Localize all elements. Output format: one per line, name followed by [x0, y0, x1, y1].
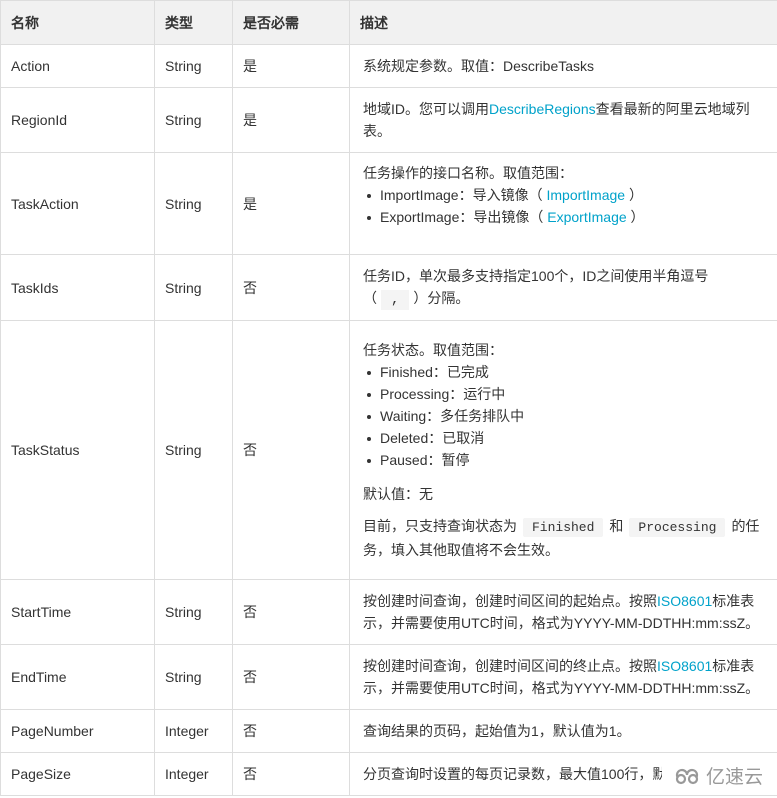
item-text: ） [630, 209, 645, 225]
iso8601-link[interactable]: ISO8601 [657, 593, 712, 609]
note: 目前，只支持查询状态为 Finished 和 Processing 的任务，填入其他取值… [363, 515, 768, 562]
param-name: TaskStatus [0, 320, 155, 580]
import-image-link[interactable]: ImportImage [546, 187, 625, 203]
param-name: EndTime [0, 644, 155, 710]
list-item: Deleted：已取消 [367, 427, 768, 449]
param-required: 否 [232, 644, 350, 710]
status-list: Finished：已完成 Processing：运行中 Waiting：多任务排… [363, 361, 768, 471]
desc-text: 任务ID，单次最多支持指定100个，ID之间使用半角逗号 [363, 267, 709, 284]
default-value: 默认值：无 [363, 485, 433, 502]
list-item: ImportImage：导入镜像（ ImportImage ） [367, 184, 768, 206]
list-item: Finished：已完成 [367, 361, 768, 383]
desc-text: 按创建时间查询，创建时间区间的终止点。按照 [363, 658, 657, 674]
iso8601-link[interactable]: ISO8601 [657, 658, 712, 674]
table-row: StartTime String 否 按创建时间查询，创建时间区间的起始点。按照… [0, 579, 777, 645]
param-required: 否 [232, 320, 350, 580]
item-text: ExportImage：导出镜像（ [380, 209, 544, 225]
table-row: TaskIds String 否 任务ID，单次最多支持指定100个，ID之间使… [0, 254, 777, 321]
desc-text: 按创建时间查询，创建时间区间的起始点。按照 [363, 593, 657, 609]
header-required: 是否必需 [232, 0, 350, 45]
param-required: 否 [232, 752, 350, 796]
param-type: Integer [154, 752, 233, 796]
desc-intro: 任务状态。取值范围： [363, 341, 503, 358]
param-name: TaskAction [0, 152, 155, 255]
note-text: 目前，只支持查询状态为 [363, 517, 517, 534]
param-description: 系统规定参数。取值：DescribeTasks [349, 44, 777, 88]
header-type: 类型 [154, 0, 233, 45]
param-type: String [154, 579, 233, 645]
param-name: RegionId [0, 87, 155, 153]
param-description: 查询结果的页码，起始值为1，默认值为1。 [349, 709, 777, 753]
list-item: Waiting：多任务排队中 [367, 405, 768, 427]
param-required: 是 [232, 152, 350, 255]
describe-regions-link[interactable]: DescribeRegions [489, 101, 596, 117]
param-required: 是 [232, 44, 350, 88]
param-required: 是 [232, 87, 350, 153]
table-row: Action String 是 系统规定参数。取值：DescribeTasks [0, 44, 777, 88]
code-finished: Finished [523, 517, 604, 537]
param-name: StartTime [0, 579, 155, 645]
comma-code: , [381, 289, 410, 310]
param-type: String [154, 87, 233, 153]
table-row: TaskStatus String 否 任务状态。取值范围： Finished：… [0, 320, 777, 580]
export-image-link[interactable]: ExportImage [547, 209, 626, 225]
header-name: 名称 [0, 0, 155, 45]
table-row: PageSize Integer 否 分页查询时设置的每页记录数，最大值100行… [0, 752, 777, 796]
param-description: 按创建时间查询，创建时间区间的起始点。按照ISO8601标准表示，并需要使用UT… [349, 579, 777, 645]
param-type: String [154, 320, 233, 580]
note-text: 和 [609, 517, 624, 534]
table-row: TaskAction String 是 任务操作的接口名称。取值范围： Impo… [0, 152, 777, 255]
param-description: 任务状态。取值范围： Finished：已完成 Processing：运行中 W… [349, 320, 777, 580]
desc-text: ）分隔。 [413, 289, 470, 306]
param-type: String [154, 644, 233, 710]
param-required: 否 [232, 709, 350, 753]
list-item: ExportImage：导出镜像（ ExportImage ） [367, 206, 768, 228]
watermark: 亿速云 [661, 762, 765, 788]
param-required: 否 [232, 579, 350, 645]
value-list: ImportImage：导入镜像（ ImportImage ） ExportIm… [363, 184, 768, 228]
table-row: RegionId String 是 地域ID。您可以调用DescribeRegi… [0, 87, 777, 153]
cloud-logo-icon [675, 768, 699, 785]
item-text: ） [628, 187, 643, 203]
list-item: Processing：运行中 [367, 383, 768, 405]
param-name: Action [0, 44, 155, 88]
param-type: Integer [154, 709, 233, 753]
table-row: EndTime String 否 按创建时间查询，创建时间区间的终止点。按照IS… [0, 644, 777, 710]
param-name: PageNumber [0, 709, 155, 753]
desc-text: （ [363, 289, 377, 306]
param-type: String [154, 44, 233, 88]
param-description: 地域ID。您可以调用DescribeRegions查看最新的阿里云地域列表。 [349, 87, 777, 153]
watermark-text: 亿速云 [705, 766, 763, 788]
param-type: String [154, 254, 233, 321]
param-description: 任务操作的接口名称。取值范围： ImportImage：导入镜像（ Import… [349, 152, 777, 255]
table-header-row: 名称 类型 是否必需 描述 [0, 0, 777, 45]
param-type: String [154, 152, 233, 255]
item-text: ImportImage：导入镜像（ [380, 187, 543, 203]
param-description: 任务ID，单次最多支持指定100个，ID之间使用半角逗号 （, ）分隔。 [349, 254, 777, 321]
param-required: 否 [232, 254, 350, 321]
code-processing: Processing [629, 517, 726, 537]
param-description: 按创建时间查询，创建时间区间的终止点。按照ISO8601标准表示，并需要使用UT… [349, 644, 777, 710]
param-name: PageSize [0, 752, 155, 796]
desc-text: 地域ID。您可以调用 [363, 101, 489, 117]
api-parameters-table: 名称 类型 是否必需 描述 Action String 是 系统规定参数。取值：… [0, 0, 777, 796]
param-name: TaskIds [0, 254, 155, 321]
header-description: 描述 [349, 0, 777, 45]
desc-intro: 任务操作的接口名称。取值范围： [363, 165, 573, 181]
table-row: PageNumber Integer 否 查询结果的页码，起始值为1，默认值为1… [0, 709, 777, 753]
list-item: Paused：暂停 [367, 449, 768, 471]
